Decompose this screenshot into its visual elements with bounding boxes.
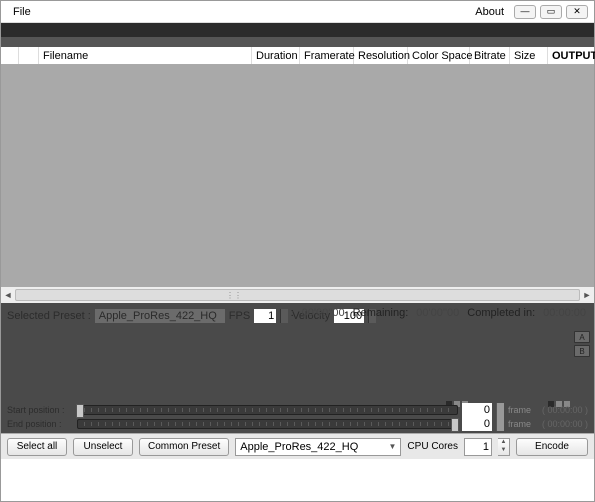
toolbar-band-dark bbox=[1, 23, 594, 37]
completed-time: 00:00:00 bbox=[543, 307, 586, 319]
col-colorspace[interactable]: Color Space bbox=[408, 47, 470, 64]
common-preset-button[interactable]: Common Preset bbox=[139, 438, 229, 456]
menubar: File About — ▭ ✕ bbox=[1, 1, 594, 23]
selected-preset-display: Apple_ProRes_422_HQ bbox=[95, 309, 225, 323]
toolbar-band-mid bbox=[1, 37, 594, 47]
bottom-bar: Select all Unselect Common Preset Apple_… bbox=[1, 433, 594, 459]
start-position-stepper[interactable] bbox=[496, 403, 504, 417]
col-filename[interactable]: Filename bbox=[39, 47, 252, 64]
encode-button[interactable]: Encode bbox=[516, 438, 588, 456]
col-size[interactable]: Size bbox=[510, 47, 548, 64]
col-icon[interactable] bbox=[19, 47, 39, 64]
start-position-label: Start position : bbox=[7, 405, 73, 415]
preset-select[interactable]: Apple_ProRes_422_HQ ▼ bbox=[235, 438, 401, 456]
end-position-slider[interactable] bbox=[77, 419, 458, 429]
maximize-button[interactable]: ▭ bbox=[540, 5, 562, 19]
horizontal-scrollbar[interactable]: ◄ ⋮⋮ ► bbox=[1, 287, 594, 303]
cpu-cores-stepper[interactable]: ▲▼ bbox=[498, 438, 510, 456]
remaining-label: Remaining: bbox=[353, 307, 409, 319]
start-frame-unit: frame bbox=[508, 405, 538, 415]
start-frame-time: ( 00:00:00 ) bbox=[542, 405, 588, 415]
selected-preset-label: Selected Preset : bbox=[7, 310, 91, 322]
cpu-cores-input[interactable]: 1 bbox=[464, 438, 492, 456]
unselect-button[interactable]: Unselect bbox=[73, 438, 133, 456]
scroll-thumb-mark: ⋮⋮ bbox=[230, 290, 238, 300]
scroll-track[interactable]: ⋮⋮ bbox=[15, 289, 580, 301]
fps-input[interactable]: 1 bbox=[254, 309, 276, 323]
start-slider-thumb[interactable] bbox=[76, 404, 84, 418]
end-slider-thumb[interactable] bbox=[451, 418, 459, 432]
col-output[interactable]: OUTPUT bbox=[548, 47, 594, 64]
menu-file[interactable]: File bbox=[7, 4, 37, 20]
remaining-time: 00'00''00 bbox=[416, 307, 459, 319]
minimize-button[interactable]: — bbox=[514, 5, 536, 19]
end-position-label: End position : bbox=[7, 419, 73, 429]
chevron-down-icon: ▼ bbox=[389, 442, 397, 451]
toggle-a[interactable]: A bbox=[574, 331, 590, 343]
fps-stepper[interactable] bbox=[280, 309, 288, 323]
menu-about[interactable]: About bbox=[469, 4, 510, 20]
end-position-stepper[interactable] bbox=[496, 417, 504, 431]
time-info: : 00'00''00 Remaining: 00'00''00 Complet… bbox=[291, 307, 586, 319]
elapsed-sep: : bbox=[291, 307, 294, 319]
preset-select-value: Apple_ProRes_422_HQ bbox=[240, 441, 358, 453]
grid-body[interactable] bbox=[1, 65, 594, 287]
select-all-button[interactable]: Select all bbox=[7, 438, 67, 456]
fps-label: FPS bbox=[229, 310, 250, 322]
end-position-input[interactable]: 0 bbox=[462, 417, 492, 431]
cpu-cores-label: CPU Cores bbox=[407, 441, 458, 452]
start-position-slider[interactable] bbox=[77, 405, 458, 415]
grid-header: Filename Duration Framerate Resolution C… bbox=[1, 47, 594, 65]
col-checkbox[interactable] bbox=[1, 47, 19, 64]
end-frame-unit: frame bbox=[508, 419, 538, 429]
start-position-input[interactable]: 0 bbox=[462, 403, 492, 417]
completed-label: Completed in: bbox=[467, 307, 535, 319]
col-resolution[interactable]: Resolution bbox=[354, 47, 408, 64]
col-framerate[interactable]: Framerate bbox=[300, 47, 354, 64]
app-window: File About — ▭ ✕ Filename Duration Frame… bbox=[0, 0, 595, 502]
toggle-b[interactable]: B bbox=[574, 345, 590, 357]
close-button[interactable]: ✕ bbox=[566, 5, 588, 19]
end-frame-time: ( 00:00:00 ) bbox=[542, 419, 588, 429]
scroll-left-icon[interactable]: ◄ bbox=[1, 290, 15, 300]
encode-panel: Selected Preset : Apple_ProRes_422_HQ FP… bbox=[1, 303, 594, 433]
scroll-right-icon[interactable]: ► bbox=[580, 290, 594, 300]
col-bitrate[interactable]: Bitrate bbox=[470, 47, 510, 64]
col-duration[interactable]: Duration bbox=[252, 47, 300, 64]
elapsed-time: 00'00''00 bbox=[302, 307, 345, 319]
